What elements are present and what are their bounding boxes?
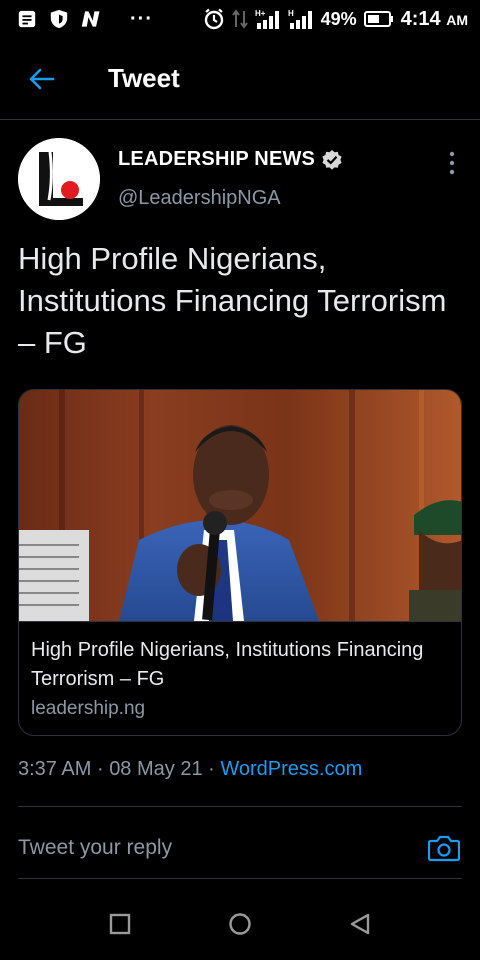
svg-text:H+: H+ (255, 9, 266, 18)
home-circle-icon[interactable] (228, 912, 252, 936)
card-title: High Profile Nigerians, Institutions Fin… (31, 639, 424, 690)
card-domain: leadership.ng (31, 698, 146, 719)
card-body[interactable]: High Profile Nigerians, Institutions Fin… (19, 621, 461, 735)
leadership-logo-icon (18, 138, 100, 220)
reply-bar: Tweet your reply (0, 812, 480, 880)
link-card[interactable]: High Profile Nigerians, Institutions Fin… (18, 389, 462, 736)
clock-ampm: AM (446, 11, 468, 28)
author-name-row[interactable]: LEADERSHIP NEWS (118, 148, 343, 171)
divider (18, 806, 462, 807)
meta-separator: · (208, 758, 215, 780)
alarm-icon (204, 8, 223, 30)
recents-square-icon[interactable] (108, 912, 132, 936)
author-name[interactable]: LEADERSHIP NEWS (118, 148, 315, 171)
notes-icon (18, 10, 36, 28)
n-app-icon (81, 11, 100, 27)
battery-icon (363, 11, 393, 27)
battery-percent: 49% (320, 8, 357, 29)
arrow-left-icon (29, 68, 55, 89)
divider (18, 878, 462, 879)
status-bar: ··· H+ H 49% 4:14 AM (0, 0, 480, 38)
tweet-author: LEADERSHIP NEWS @LeadershipNGA (18, 138, 464, 220)
author-handle[interactable]: @LeadershipNGA (118, 187, 281, 210)
tweet-date: 08 May 21 (109, 758, 203, 780)
meta-separator: · (96, 758, 104, 780)
back-triangle-icon[interactable] (348, 912, 372, 936)
header: Tweet (0, 38, 480, 120)
page-title: Tweet (108, 63, 180, 93)
camera-icon[interactable] (428, 834, 460, 862)
data-transfer-icon (231, 9, 248, 29)
tweet-time: 3:37 AM (18, 758, 92, 780)
system-nav-bar (0, 890, 480, 960)
tweet-source-link[interactable]: WordPress.com (220, 758, 362, 780)
card-image[interactable] (19, 390, 462, 621)
back-button[interactable] (0, 38, 84, 120)
clock-time: 4:14 (400, 7, 441, 30)
reply-input[interactable]: Tweet your reply (18, 836, 172, 860)
verified-badge-icon (322, 149, 342, 170)
more-options-icon[interactable] (446, 150, 458, 176)
tweet-meta: 3:37 AM · 08 May 21 · WordPress.com (18, 758, 362, 781)
signal-2-icon: H (288, 9, 312, 29)
svg-text:H: H (288, 9, 294, 18)
avatar[interactable] (18, 138, 100, 220)
more-notifications-icon: ··· (130, 7, 153, 30)
signal-1-icon: H+ (255, 9, 279, 29)
shield-icon (50, 9, 68, 29)
clock: 4:14 AM (401, 8, 468, 31)
tweet-text: High Profile Nigerians, Institutions Fin… (18, 241, 447, 360)
